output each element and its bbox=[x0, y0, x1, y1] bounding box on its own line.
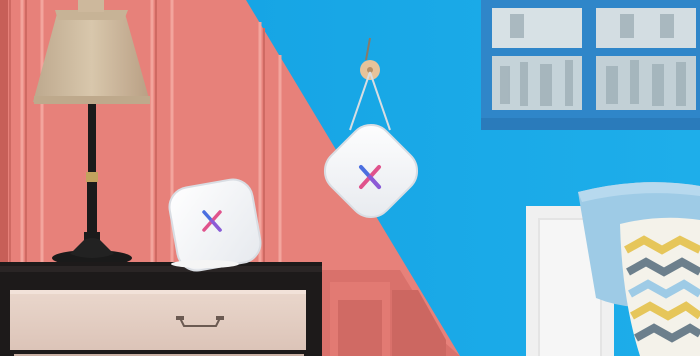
bed bbox=[526, 182, 700, 356]
scene-photo bbox=[0, 0, 700, 356]
nightstand bbox=[0, 262, 322, 356]
scene-illustration bbox=[0, 0, 700, 356]
router-on-table bbox=[168, 178, 262, 272]
window bbox=[481, 0, 700, 130]
